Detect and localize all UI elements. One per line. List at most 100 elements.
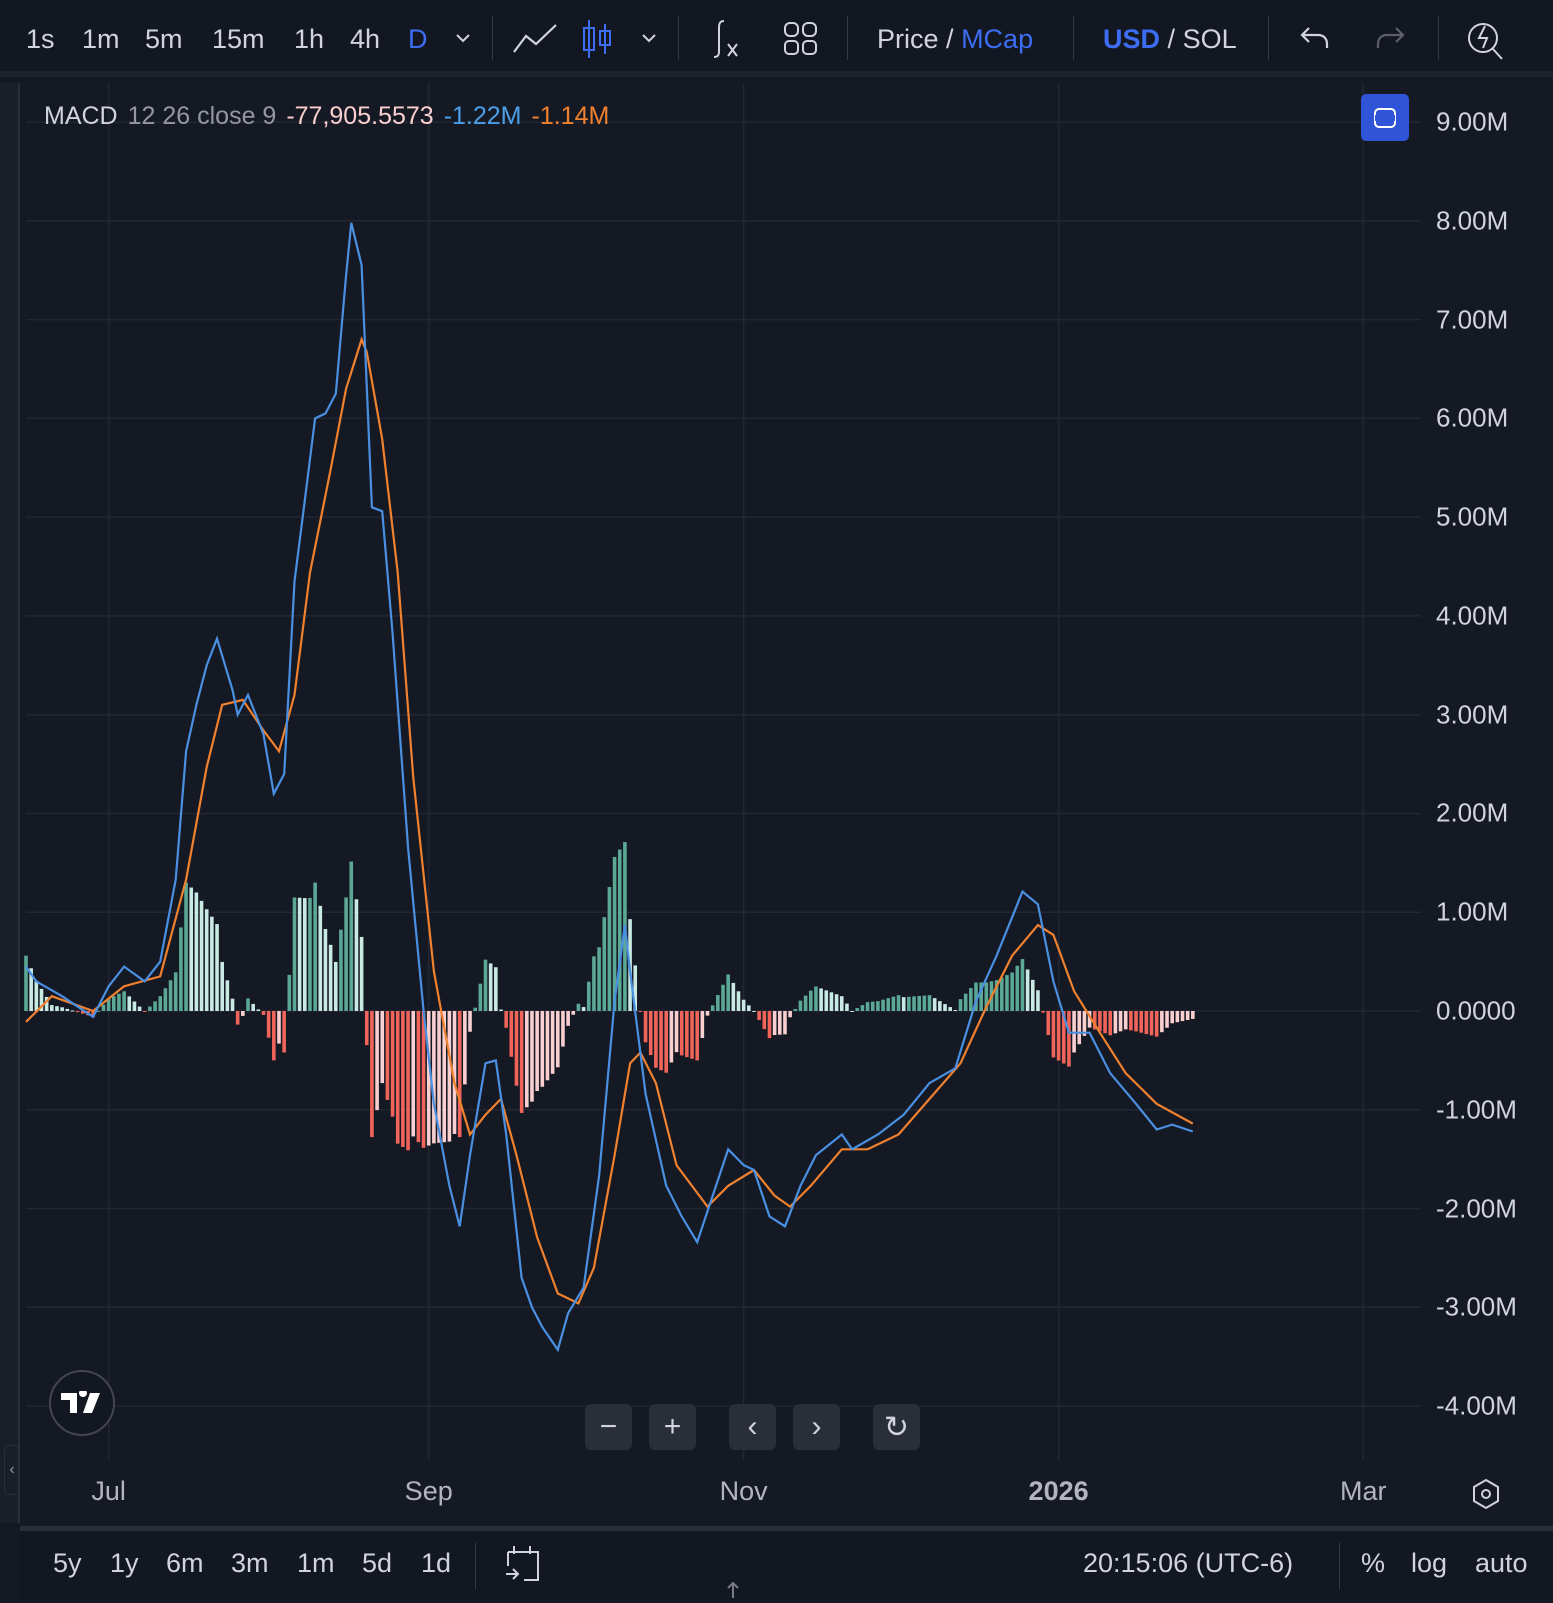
divider — [1438, 16, 1439, 60]
settings-icon[interactable] — [1470, 1478, 1502, 1510]
histogram-bar — [561, 1011, 565, 1047]
histogram-bar — [592, 956, 596, 1011]
price-axis-label: 0.0000 — [1436, 995, 1516, 1026]
time-axis-label: Sep — [404, 1476, 453, 1506]
zoom-in-button[interactable]: + — [649, 1404, 696, 1450]
histogram-bar — [788, 1011, 792, 1018]
histogram-bar — [122, 991, 126, 1011]
price-mcap-toggle[interactable]: Price / MCap — [877, 20, 1033, 58]
histogram-bar — [349, 861, 354, 1011]
macd-chart[interactable] — [0, 0, 1553, 1603]
histogram-bar — [380, 1011, 385, 1084]
arrow-up-icon[interactable] — [726, 1580, 740, 1600]
chevron-down-icon[interactable] — [640, 32, 658, 44]
interval-1s[interactable]: 1s — [26, 20, 55, 58]
histogram-bar — [1165, 1011, 1169, 1028]
histogram-bar — [922, 995, 927, 1011]
candlestick-icon[interactable] — [581, 18, 613, 60]
range-6m[interactable]: 6m — [166, 1548, 204, 1579]
layout-grid-icon[interactable] — [783, 21, 819, 57]
histogram-bar — [1077, 1011, 1082, 1045]
histogram-bar — [1154, 1011, 1159, 1037]
percent-toggle[interactable]: % — [1361, 1548, 1385, 1579]
histogram-bar — [731, 982, 736, 1011]
histogram-bar — [483, 959, 488, 1011]
reset-chart-button[interactable]: ↻ — [873, 1404, 920, 1450]
go-to-date-icon[interactable] — [504, 1544, 542, 1584]
divider — [492, 16, 493, 60]
range-1y[interactable]: 1y — [110, 1548, 139, 1579]
histogram-bar — [834, 994, 839, 1011]
price-axis-label: 6.00M — [1436, 402, 1509, 433]
indicators-fx-icon[interactable] — [708, 18, 742, 60]
price-axis-label: 7.00M — [1436, 304, 1509, 335]
range-3m[interactable]: 3m — [231, 1548, 269, 1579]
scroll-right-button[interactable]: › — [793, 1404, 840, 1450]
histogram-bar — [111, 996, 116, 1011]
price-option[interactable]: Price — [877, 24, 939, 54]
log-toggle[interactable]: log — [1411, 1548, 1447, 1579]
collapse-left-panel-button[interactable]: ‹ — [4, 1445, 20, 1495]
histogram-bar — [277, 1011, 281, 1044]
scroll-left-button[interactable]: ‹ — [729, 1404, 776, 1450]
chevron-left-icon: ‹ — [747, 1410, 758, 1443]
histogram-bar — [447, 1011, 452, 1142]
histogram-bar — [220, 961, 224, 1011]
range-5d[interactable]: 5d — [362, 1548, 392, 1579]
maximize-pane-button[interactable] — [1361, 94, 1409, 141]
interval-5m[interactable]: 5m — [145, 20, 183, 58]
price-axis-label: 8.00M — [1436, 205, 1509, 236]
histogram-bar — [504, 1011, 508, 1028]
reset-icon: ↻ — [883, 1410, 910, 1444]
interval-1m[interactable]: 1m — [82, 20, 120, 58]
currency-toggle[interactable]: USD / SOL — [1103, 20, 1237, 58]
histogram-bar — [1118, 1011, 1123, 1032]
sol-option[interactable]: SOL — [1183, 24, 1237, 54]
interval-1h[interactable]: 1h — [294, 20, 324, 58]
histogram-bar — [602, 917, 607, 1011]
histogram-bar — [432, 1011, 436, 1144]
histogram-bar — [1139, 1011, 1144, 1033]
histogram-bar — [607, 887, 612, 1011]
indicator-name[interactable]: MACD — [44, 102, 118, 130]
price-axis-label: -2.00M — [1436, 1193, 1517, 1224]
mcap-option[interactable]: MCap — [961, 24, 1033, 54]
chevron-down-icon[interactable] — [454, 32, 472, 44]
histogram-bar — [168, 980, 173, 1011]
histogram-bar — [1123, 1011, 1128, 1030]
interval-4h[interactable]: 4h — [350, 20, 380, 58]
histogram-bar — [643, 1011, 648, 1043]
zoom-out-button[interactable]: − — [585, 1404, 632, 1450]
quick-search-icon[interactable] — [1466, 16, 1506, 62]
redo-icon[interactable] — [1374, 24, 1406, 52]
price-axis-label: 1.00M — [1436, 896, 1509, 927]
chevron-right-icon: › — [811, 1410, 822, 1443]
interval-15m[interactable]: 15m — [212, 20, 265, 58]
histogram-bar — [163, 988, 168, 1011]
histogram-bar — [550, 1011, 555, 1074]
histogram-bar — [117, 993, 121, 1011]
histogram-bar — [127, 996, 132, 1011]
tradingview-logo[interactable] — [49, 1370, 115, 1436]
histogram-bar — [1113, 1011, 1118, 1034]
histogram-bar — [581, 1007, 586, 1011]
undo-icon[interactable] — [1299, 24, 1331, 52]
histogram-bar — [142, 1011, 147, 1012]
usd-option[interactable]: USD — [1103, 24, 1160, 54]
histogram-bar — [468, 1011, 472, 1032]
histogram-bar — [700, 1011, 705, 1038]
histogram-bar — [814, 986, 818, 1011]
indicator-params: 12 26 close 9 — [127, 102, 277, 130]
histogram-bar — [1000, 977, 1004, 1011]
range-1m[interactable]: 1m — [297, 1548, 335, 1579]
range-1d[interactable]: 1d — [421, 1548, 451, 1579]
macd-value: -1.22M — [443, 102, 522, 130]
indicator-legend: MACD 12 26 close 9 -77,905.5573 -1.22M -1.14… — [44, 102, 619, 131]
range-5y[interactable]: 5y — [53, 1548, 82, 1579]
histogram-bar — [540, 1011, 545, 1087]
line-chart-icon[interactable] — [512, 22, 558, 56]
auto-toggle[interactable]: auto — [1475, 1548, 1528, 1579]
clock-time[interactable]: 20:15:06 (UTC-6) — [1083, 1548, 1293, 1579]
histogram-bar — [829, 992, 834, 1011]
interval-d[interactable]: D — [408, 20, 428, 58]
